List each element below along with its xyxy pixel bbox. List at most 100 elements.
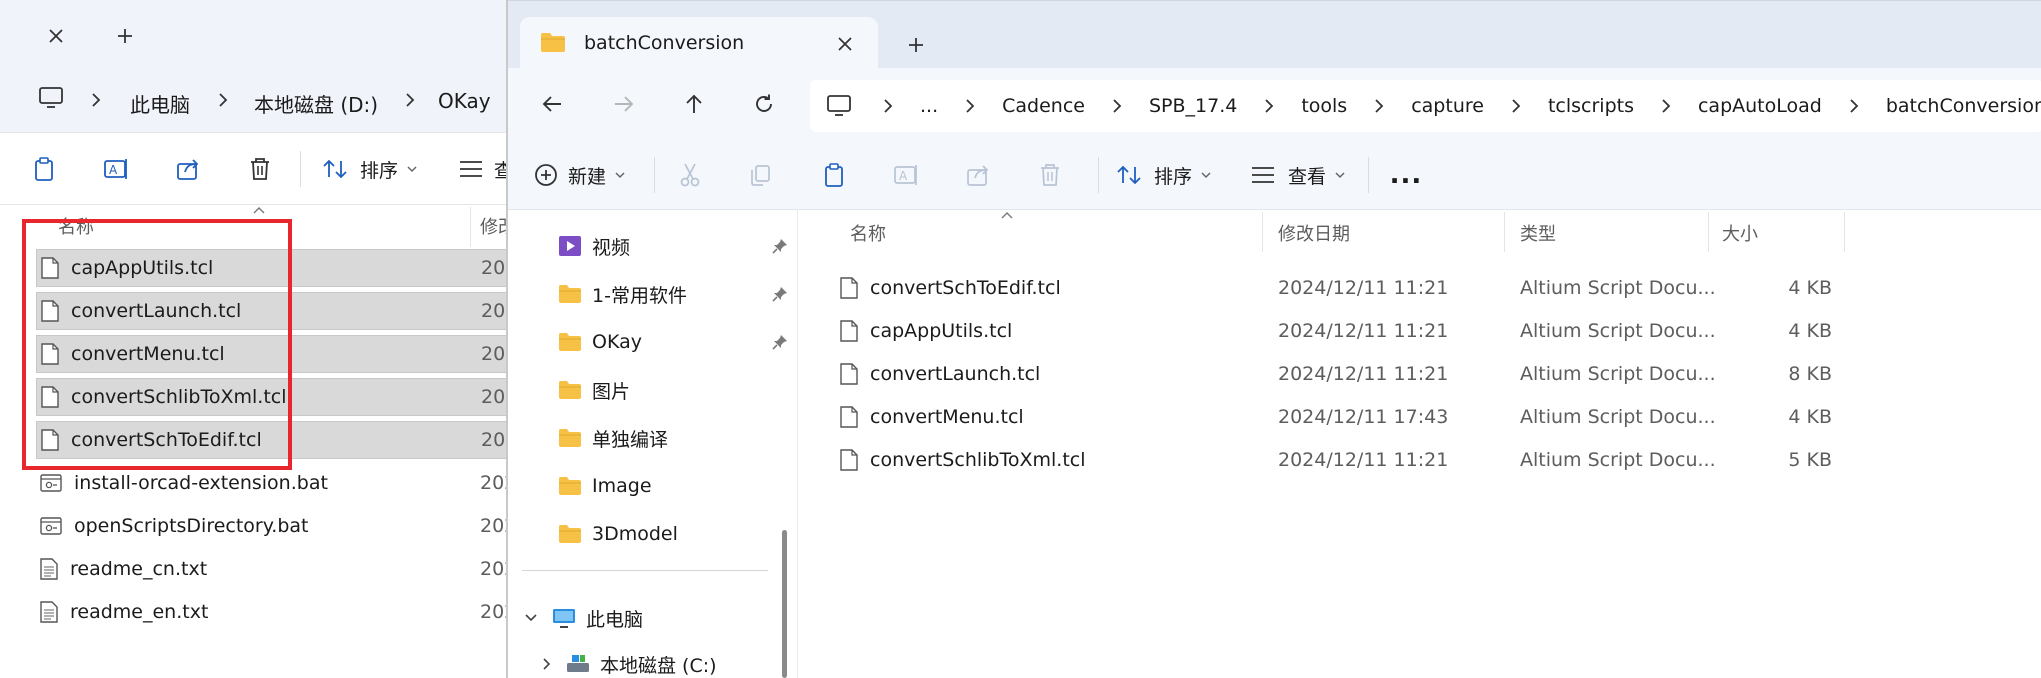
paste-button[interactable] [814, 155, 854, 195]
front-address-bar: ... Cadence SPB_17.4 tools capture tclscripts… [508, 68, 2041, 140]
new-tab-button[interactable] [896, 25, 936, 65]
copy-icon [751, 165, 770, 186]
crumb-item[interactable]: capAutoLoad [1698, 95, 1822, 117]
more-options-button[interactable]: ... [1384, 155, 1428, 195]
file-name: convertMenu.tcl [870, 406, 1024, 428]
video-folder-icon [558, 235, 582, 257]
file-size: 4 KB [1788, 406, 1832, 428]
file-name: openScriptsDirectory.bat [74, 515, 309, 537]
chevron-right-icon [1498, 98, 1534, 114]
sort-button[interactable]: 排序 [1116, 155, 1226, 195]
nav-label-local-disk-c: 本地磁盘 (C:) [600, 654, 717, 677]
chevron-right-icon [870, 98, 906, 114]
file-date: 2024/12/11 11:21 [1278, 363, 1449, 385]
arrow-up-icon [686, 94, 702, 113]
scissors-icon [680, 163, 700, 187]
view-label: 查看 [1288, 165, 1327, 188]
file-date: 2024/12/11 11:21 [1278, 277, 1449, 299]
chevron-down-icon [525, 614, 537, 622]
file-name: convertSchToEdif.tcl [870, 277, 1061, 299]
svg-text:A: A [899, 169, 908, 183]
file-date: 2024/12/11 11:21 [1278, 449, 1449, 471]
crumb-item[interactable]: tools [1301, 95, 1347, 117]
computer-icon [826, 94, 852, 118]
crumb-item[interactable]: Cadence [1002, 95, 1085, 117]
chevron-right-icon [1099, 98, 1135, 114]
folder-icon [558, 524, 582, 544]
table-row[interactable]: convertSchToEdif.tcl 2024/12/11 11:21 Alti… [838, 267, 2038, 309]
table-row[interactable]: convertLaunch.tcl 2024/12/11 11:21 Altium … [838, 353, 2038, 395]
back-button[interactable] [532, 84, 572, 124]
nav-label: 视频 [592, 236, 631, 259]
refresh-button[interactable] [744, 84, 784, 124]
file-name: convertSchlibToXml.tcl [870, 449, 1086, 471]
nav-item[interactable]: 单独编译 [508, 416, 788, 460]
file-rows: convertSchToEdif.tcl 2024/12/11 11:21 Alti… [808, 210, 2041, 678]
nav-label: 3Dmodel [592, 523, 678, 545]
plus-icon [909, 38, 923, 52]
view-button[interactable]: 查看 [1250, 155, 1360, 195]
close-tab-button[interactable] [830, 29, 860, 59]
crumb-overflow[interactable]: ... [920, 95, 938, 117]
file-icon [840, 406, 858, 428]
chevron-right-icon [952, 98, 988, 114]
nav-label-this-pc: 此电脑 [586, 608, 644, 631]
nav-item-local-disk-c[interactable]: 本地磁盘 (C:) [508, 642, 788, 678]
crumb-item[interactable]: batchConversion [1886, 95, 2041, 117]
arrow-right-icon [615, 96, 634, 112]
tab-batchconversion[interactable]: batchConversion [520, 17, 878, 71]
forward-button[interactable] [604, 84, 644, 124]
nav-item-this-pc[interactable]: 此电脑 [508, 596, 788, 640]
toolbar-divider [1098, 157, 1099, 193]
up-button[interactable] [674, 84, 714, 124]
add-circle-icon [535, 164, 557, 186]
nav-item[interactable]: 视频 [508, 224, 788, 268]
table-row[interactable]: convertMenu.tcl 2024/12/11 17:43 Altium Sc… [838, 396, 2038, 438]
nav-item[interactable]: 图片 [508, 368, 788, 412]
file-date: 2024/12/11 17:43 [1278, 406, 1449, 428]
nav-item[interactable]: 1-常用软件 [508, 272, 788, 316]
crumb-item[interactable]: tclscripts [1548, 95, 1634, 117]
file-type: Altium Script Docu... [1520, 363, 1716, 385]
crumb-item[interactable]: SPB_17.4 [1149, 95, 1237, 117]
table-row[interactable]: readme_en.txt 202 [36, 593, 520, 631]
chevron-right-icon [1251, 98, 1287, 114]
nav-label: OKay [592, 331, 642, 353]
file-size: 8 KB [1788, 363, 1832, 385]
navigation-pane: 视频 1-常用软件 OKay 图片 单独编译 Image 3Dmodel 此电脑 本地磁盘 … [508, 210, 798, 678]
crumb-item[interactable]: capture [1411, 95, 1484, 117]
cut-button[interactable] [670, 155, 710, 195]
rename-button[interactable]: A [886, 155, 926, 195]
table-row[interactable]: openScriptsDirectory.bat 202 [36, 507, 520, 545]
txt-icon [40, 558, 58, 580]
nav-scrollbar[interactable] [782, 530, 787, 678]
nav-item[interactable]: OKay [508, 320, 788, 364]
file-icon [840, 277, 858, 299]
file-size: 5 KB [1788, 449, 1832, 471]
bat-icon [40, 516, 62, 536]
pin-icon [772, 334, 788, 350]
file-type: Altium Script Docu... [1520, 320, 1716, 342]
sort-label: 排序 [1154, 165, 1193, 188]
file-type: Altium Script Docu... [1520, 277, 1716, 299]
file-list-pane: 名称 修改日期 类型 大小 convertSchToEdif.tcl 2024/1… [808, 210, 2041, 678]
table-row[interactable]: readme_cn.txt 202 [36, 550, 520, 588]
file-type: Altium Script Docu... [1520, 406, 1716, 428]
toolbar-divider [654, 157, 655, 193]
tab-title: batchConversion [584, 32, 745, 54]
new-button[interactable]: 新建 [534, 155, 630, 195]
chevron-down-icon [1335, 172, 1345, 179]
table-row[interactable]: capAppUtils.tcl 2024/12/11 11:21 Altium Sc… [838, 310, 2038, 352]
nav-label: Image [592, 475, 652, 497]
file-name: readme_cn.txt [70, 558, 208, 580]
nav-item[interactable]: 3Dmodel [508, 512, 788, 556]
copy-button[interactable] [740, 155, 780, 195]
address-path-box[interactable]: ... Cadence SPB_17.4 tools capture tclscripts… [810, 80, 2041, 132]
share-button[interactable] [958, 155, 998, 195]
folder-icon [558, 284, 582, 304]
table-row[interactable]: convertSchlibToXml.tcl 2024/12/11 11:21 Al… [838, 439, 2038, 481]
nav-item[interactable]: Image [508, 464, 788, 508]
close-icon [838, 37, 852, 51]
delete-button[interactable] [1030, 155, 1070, 195]
file-icon [840, 363, 858, 385]
